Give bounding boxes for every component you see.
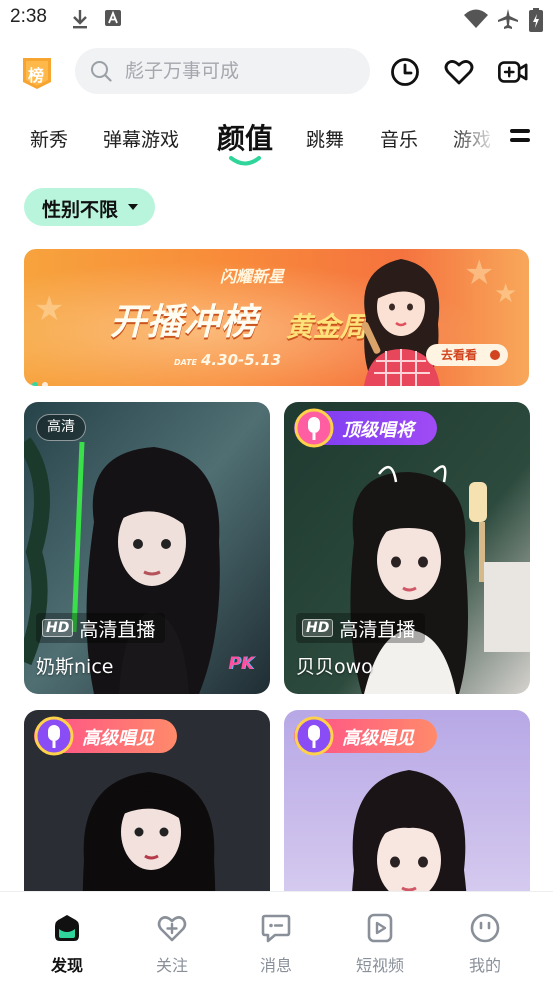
play-arrow-icon xyxy=(490,350,500,360)
star-decoration-icon: ★ xyxy=(494,279,518,309)
nav-me-label: 我的 xyxy=(468,956,501,975)
singer-rank-badge: 高级唱见 xyxy=(294,716,437,756)
pagination-dot xyxy=(32,382,38,386)
banner-small-title: 闪耀新星 xyxy=(220,267,285,286)
tab-dance[interactable]: 跳舞 xyxy=(306,125,344,152)
caret-down-icon xyxy=(128,204,138,210)
singer-rank-badge: 顶级唱将 xyxy=(294,408,437,448)
status-bar: 2:38 xyxy=(0,0,553,38)
ranking-badge-label: 榜 xyxy=(28,66,45,85)
live-room-card[interactable]: 顶级唱将 HD 高清直播 贝贝owo xyxy=(284,402,530,694)
nav-discover[interactable]: 发现 xyxy=(22,892,112,984)
banner-cta-button[interactable]: 去看看 xyxy=(426,344,508,366)
tabs-fade-edge xyxy=(450,115,510,167)
singer-rank-badge: 高级唱见 xyxy=(34,716,177,756)
ranking-badge-button[interactable]: 榜 xyxy=(21,56,53,90)
streamer-name: 贝贝owo xyxy=(296,656,373,678)
status-time: 2:38 xyxy=(10,6,47,27)
battery-charging-icon xyxy=(529,8,543,32)
text-a-icon xyxy=(105,10,121,26)
pagination-dot xyxy=(42,382,48,386)
stream-cover-image xyxy=(24,402,270,694)
gender-filter-dropdown[interactable]: 性别不限 xyxy=(24,188,155,226)
hd-icon: HD xyxy=(302,619,334,637)
nav-messages-label: 消息 xyxy=(259,956,292,975)
home-discover-icon xyxy=(55,915,79,941)
short-video-icon xyxy=(367,913,393,943)
banner-pagination xyxy=(32,373,52,386)
nav-discover-label: 发现 xyxy=(50,956,83,975)
live-room-card[interactable]: 高清 HD 高清直播 奶斯nice PK xyxy=(24,402,270,694)
star-decoration-icon: ★ xyxy=(34,289,65,329)
wifi-icon xyxy=(464,9,488,28)
favorite-heart-icon[interactable] xyxy=(443,56,475,88)
message-bubble-icon xyxy=(261,914,291,943)
hd-live-tag: HD 高清直播 xyxy=(36,613,166,643)
profile-face-icon xyxy=(470,913,500,943)
microphone-medal-icon xyxy=(294,716,334,756)
active-tab-indicator xyxy=(229,156,261,166)
hd-live-label: 高清直播 xyxy=(79,618,156,641)
banner-date: DATE 4.30-5.13 xyxy=(174,351,281,369)
nav-short-video-label: 短视频 xyxy=(355,956,404,975)
banner-date-prefix: DATE xyxy=(174,358,197,367)
heart-plus-icon xyxy=(157,916,187,942)
promo-banner[interactable]: ★ ★ ★ 闪耀新星 开播冲榜 黄金周 DATE 4.30-5.13 去看看 xyxy=(24,249,529,386)
quality-tag: 高清 xyxy=(36,414,86,441)
banner-title: 开播冲榜 xyxy=(110,301,259,343)
nav-following-label: 关注 xyxy=(155,956,188,975)
nav-messages[interactable]: 消息 xyxy=(231,892,321,984)
gender-filter-label: 性别不限 xyxy=(42,199,119,221)
microphone-medal-icon xyxy=(34,716,74,756)
airplane-mode-icon xyxy=(498,9,518,29)
streamer-name: 奶斯nice xyxy=(36,656,114,678)
tabs-menu-icon[interactable] xyxy=(510,129,532,151)
microphone-medal-icon xyxy=(294,408,334,448)
top-header: 榜 彪子万事可成 xyxy=(0,44,553,100)
nav-following[interactable]: 关注 xyxy=(127,892,217,984)
tab-music[interactable]: 音乐 xyxy=(380,125,418,152)
nav-me[interactable]: 我的 xyxy=(440,892,530,984)
nav-short-video[interactable]: 短视频 xyxy=(335,892,425,984)
singer-rank-label: 顶级唱将 xyxy=(342,420,414,441)
search-input[interactable]: 彪子万事可成 xyxy=(125,48,355,94)
hd-icon: HD xyxy=(42,619,74,637)
hd-live-label: 高清直播 xyxy=(339,618,416,641)
search-bar[interactable]: 彪子万事可成 xyxy=(75,48,370,94)
banner-date-range: 4.30-5.13 xyxy=(201,351,282,369)
singer-rank-label: 高级唱见 xyxy=(342,728,414,749)
tab-appearance-active[interactable]: 颜值 xyxy=(217,117,273,157)
bottom-navigation: 发现 关注 消息 短视频 我的 xyxy=(0,891,553,984)
pk-battle-icon: PK xyxy=(228,654,254,674)
tab-danmaku-games[interactable]: 弹幕游戏 xyxy=(103,125,179,152)
history-clock-icon[interactable] xyxy=(389,56,421,88)
singer-rank-label: 高级唱见 xyxy=(82,728,154,749)
star-decoration-icon: ★ xyxy=(464,253,495,293)
category-tabs: 新秀 弹幕游戏 颜值 跳舞 音乐 游戏 xyxy=(0,115,553,167)
banner-cta-label: 去看看 xyxy=(441,348,478,362)
tab-newcomer[interactable]: 新秀 xyxy=(30,125,68,152)
hd-live-tag: HD 高清直播 xyxy=(296,613,426,643)
start-live-camera-icon[interactable] xyxy=(497,56,529,88)
download-icon xyxy=(73,10,87,29)
search-icon xyxy=(91,61,112,82)
